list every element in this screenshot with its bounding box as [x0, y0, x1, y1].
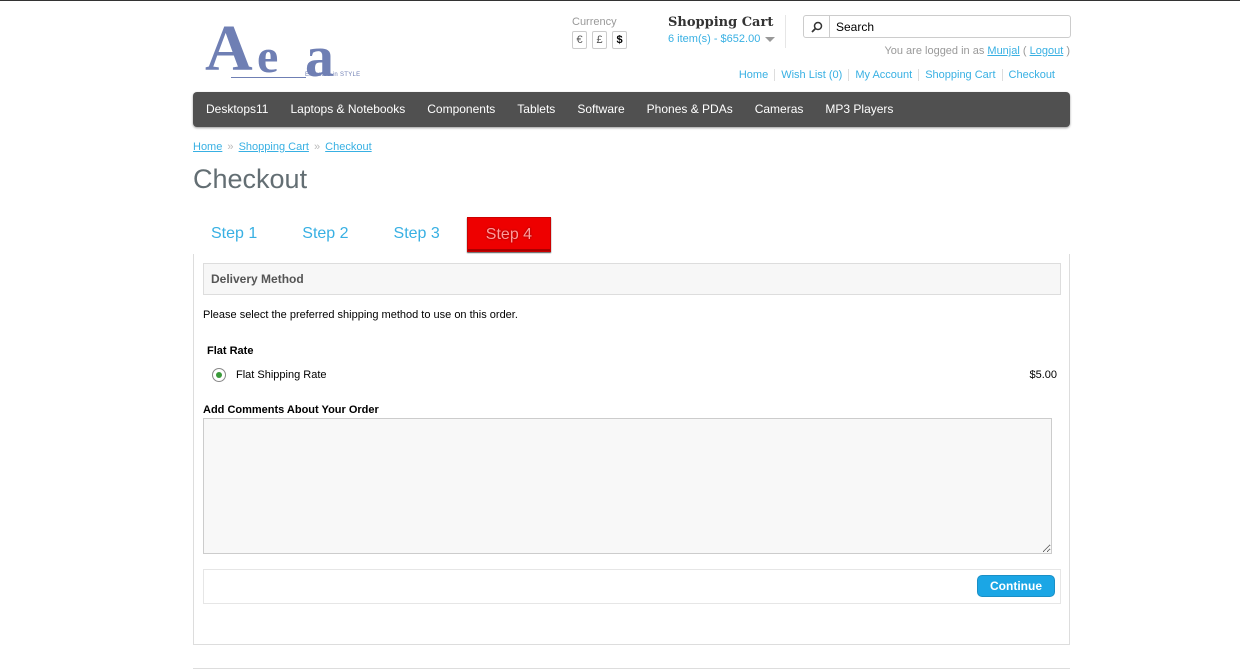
radio-dot-icon [216, 372, 222, 378]
top-links: Home Wish List (0) My Account Shopping C… [733, 69, 1061, 81]
search-button[interactable] [804, 16, 830, 37]
welcome-text: You are logged in as Munjal ( Logout ) [884, 45, 1070, 57]
currency-label: Currency [572, 16, 617, 28]
currency-selector: Currency € £ $ [572, 16, 627, 49]
step-1-tab[interactable]: Step 1 [193, 217, 275, 252]
welcome-prefix: You are logged in as [884, 45, 985, 57]
page-title: Checkout [193, 164, 308, 194]
delivery-heading: Delivery Method [203, 263, 1061, 295]
breadcrumb-checkout[interactable]: Checkout [325, 141, 371, 153]
logo-letter: A [205, 12, 253, 85]
top-link-checkout[interactable]: Checkout [1001, 69, 1061, 81]
footer-divider [193, 668, 1070, 669]
shipping-method-title: Flat Rate [207, 345, 254, 357]
search-box [803, 15, 1071, 38]
breadcrumb-separator: » [313, 141, 321, 153]
welcome-paren-close: ) [1066, 45, 1070, 57]
search-input[interactable] [830, 16, 1060, 37]
shipping-radio[interactable] [212, 368, 226, 382]
account-user-link[interactable]: Munjal [987, 45, 1019, 57]
logout-link[interactable]: Logout [1030, 45, 1064, 57]
currency-euro-button[interactable]: € [572, 31, 587, 49]
shipping-option-price: $5.00 [1029, 369, 1057, 381]
breadcrumb-separator: » [227, 141, 234, 153]
shipping-option[interactable]: Flat Shipping Rate $5.00 [212, 368, 1057, 382]
menu-item-laptops[interactable]: Laptops & Notebooks [279, 92, 416, 127]
shipping-option-name: Flat Shipping Rate [236, 369, 327, 381]
cart-title: Shopping Cart [668, 15, 774, 30]
step-2-tab[interactable]: Step 2 [284, 217, 366, 252]
welcome-paren-open: ( [1022, 45, 1027, 57]
currency-pound-button[interactable]: £ [592, 31, 607, 49]
cart-items[interactable]: 6 item(s) - $652.00 [668, 33, 777, 45]
top-link-cart[interactable]: Shopping Cart [918, 69, 1001, 81]
step-4-tab[interactable]: Step 4 [466, 217, 552, 252]
top-link-home[interactable]: Home [733, 69, 774, 81]
menu-item-cameras[interactable]: Cameras [744, 92, 815, 127]
delivery-panel: Delivery Method Please select the prefer… [193, 254, 1070, 645]
menu-item-tablets[interactable]: Tablets [506, 92, 566, 127]
delivery-intro: Please select the preferred shipping met… [203, 309, 518, 321]
button-bar: Continue [203, 569, 1061, 604]
comments-textarea[interactable] [203, 418, 1052, 554]
store-logo[interactable]: A e a Elevated in STYLE [205, 11, 370, 89]
currency-dollar-button[interactable]: $ [612, 31, 627, 49]
top-link-account[interactable]: My Account [848, 69, 918, 81]
cart-total: 6 item(s) - $652.00 [668, 33, 761, 45]
logo-letter: e [257, 30, 279, 83]
menu-item-desktops[interactable]: Desktops11 [195, 92, 279, 127]
breadcrumb-cart[interactable]: Shopping Cart [239, 141, 309, 153]
breadcrumb-home[interactable]: Home [193, 141, 222, 153]
logo-letter: a [305, 24, 334, 89]
chevron-down-icon[interactable] [765, 36, 776, 42]
menu-item-mp3[interactable]: MP3 Players [814, 92, 904, 127]
search-icon [810, 21, 822, 33]
step-3-tab[interactable]: Step 3 [376, 217, 458, 252]
logo-tagline: Elevated in STYLE [305, 72, 361, 78]
checkout-steps: Step 1 Step 2 Step 3 Step 4 [193, 217, 560, 252]
menu-item-components[interactable]: Components [416, 92, 506, 127]
continue-button[interactable]: Continue [977, 575, 1055, 597]
menu-item-software[interactable]: Software [566, 92, 635, 127]
top-link-wishlist[interactable]: Wish List (0) [774, 69, 848, 81]
comments-label: Add Comments About Your Order [203, 404, 379, 416]
breadcrumb: Home » Shopping Cart » Checkout [193, 141, 372, 153]
menu-item-phones[interactable]: Phones & PDAs [636, 92, 744, 127]
logo-rule [231, 77, 306, 78]
main-menu: Desktops11 Laptops & Notebooks Component… [193, 92, 1070, 127]
cart-summary[interactable]: Shopping Cart 6 item(s) - $652.00 [668, 15, 786, 48]
